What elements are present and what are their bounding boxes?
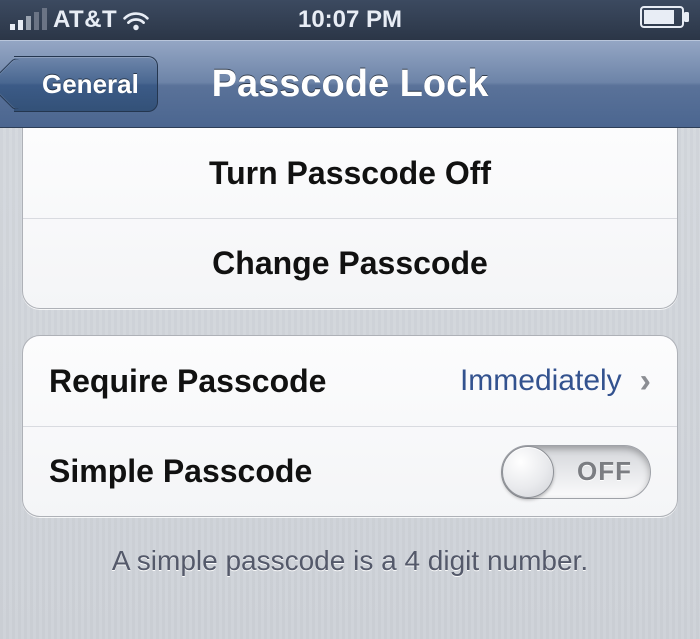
wifi-icon bbox=[123, 10, 149, 30]
battery-icon bbox=[640, 6, 690, 35]
require-passcode-cell[interactable]: Require Passcode Immediately › bbox=[23, 336, 677, 426]
simple-passcode-cell: Simple Passcode OFF bbox=[23, 426, 677, 516]
require-passcode-value: Immediately bbox=[460, 364, 622, 398]
passcode-actions-group: Turn Passcode Off Change Passcode bbox=[22, 128, 678, 309]
turn-passcode-off-label: Turn Passcode Off bbox=[209, 155, 491, 192]
signal-strength-icon bbox=[10, 10, 47, 30]
back-button[interactable]: General bbox=[14, 56, 158, 112]
footer-hint: A simple passcode is a 4 digit number. bbox=[22, 545, 678, 577]
turn-passcode-off-cell[interactable]: Turn Passcode Off bbox=[23, 128, 677, 218]
status-left: AT&T bbox=[10, 6, 350, 34]
back-button-label: General bbox=[42, 69, 139, 100]
chevron-right-icon: › bbox=[640, 362, 651, 401]
change-passcode-cell[interactable]: Change Passcode bbox=[23, 218, 677, 308]
nav-bar: General Passcode Lock bbox=[0, 40, 700, 128]
toggle-state-label: OFF bbox=[577, 456, 632, 487]
status-right bbox=[350, 6, 690, 35]
change-passcode-label: Change Passcode bbox=[212, 245, 488, 282]
simple-passcode-label: Simple Passcode bbox=[49, 453, 501, 490]
passcode-options-group: Require Passcode Immediately › Simple Pa… bbox=[22, 335, 678, 517]
settings-content: Turn Passcode Off Change Passcode Requir… bbox=[0, 128, 700, 577]
toggle-knob bbox=[502, 446, 554, 498]
carrier-label: AT&T bbox=[53, 6, 117, 34]
status-bar: AT&T 10:07 PM bbox=[0, 0, 700, 40]
require-passcode-label: Require Passcode bbox=[49, 363, 460, 400]
simple-passcode-toggle[interactable]: OFF bbox=[501, 445, 651, 499]
